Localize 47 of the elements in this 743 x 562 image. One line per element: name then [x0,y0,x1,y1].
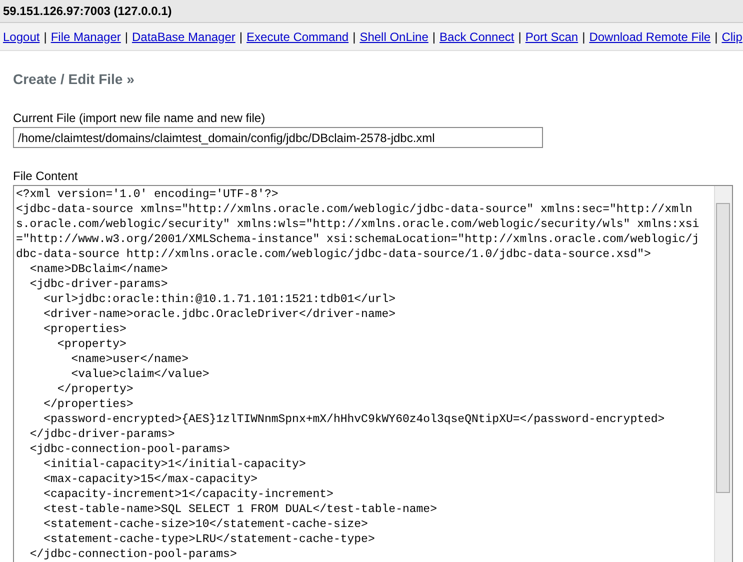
nav-separator: | [352,30,356,44]
code-line: <password-encrypted>{AES}1zlTIWNnmSpnx+mX/hHhvC9kWY60z4ol3qseQNtipXU=</password-encrypted> [42,412,666,427]
nav-separator: | [582,30,586,44]
window-title: 59.151.126.97:7003 (127.0.0.1) [3,4,172,18]
code-line: <max-capacity>15</max-capacity> [42,472,259,487]
field-label: Current File (import new file name and new file) [13,111,266,125]
nav-link[interactable]: Back Connect [440,30,514,44]
code-line: <jdbc-connection-pool-params> [28,442,231,457]
code-line: <statement-cache-size>10</statement-cache-size> [42,517,369,532]
code-line: <?xml version='1.0' encoding='UTF-8'?> [16,187,280,202]
nav-link[interactable]: Logout [3,30,40,44]
nav-separator: | [124,30,128,44]
code-line: <name>user</name> [70,352,190,367]
file-path-field[interactable]: /home/claimtest/domains/claimtest_domain/config/jdbc/DBclaim-2578-jdbc.xml [13,127,543,148]
code-line: <jdbc-driver-params> [28,277,169,292]
code-line: </property> [56,382,134,397]
nav-separator: | [44,30,47,44]
nav-separator: | [432,30,436,44]
nav-link[interactable]: Execute Command [246,30,349,44]
code-line: <jdbc-data-source xmlns="http://xmlns.oracle.com/weblogic/jdbc-data-source" xmlns:sec="http://xmlns.oracle.com/weblogic/security" xmlns:wls="http://xmlns.oracle.com/weblogic/security/wls" xmlns:xsi="http://www.w3.org/2001/XMLSchema-instance" xsi:schemaLocation="http://xmlns.oracle.com/weblogic/jdbc-data-source http://xmlns.oracle.com/weblogic/jdbc-data-source/1.0/jdbc-data-source.xsd"> [16,202,700,262]
nav-link[interactable]: Clip [722,30,742,44]
scrollbar-thumb[interactable] [716,203,730,493]
code-line: </properties> [42,397,134,412]
code-line: <test-table-name>SQL SELECT 1 FROM DUAL</test-table-name> [42,502,438,517]
nav-link[interactable]: File Manager [50,30,121,44]
nav-link[interactable]: DataBase Manager [132,30,236,44]
nav-separator: | [714,30,718,44]
code-line: <value>claim</value> [70,367,210,382]
code-line: <properties> [42,322,128,337]
code-line: </jdbc-driver-params> [28,427,176,442]
code-line: <initial-capacity>1</initial-capacity> [42,457,307,472]
code-line: <name>DBclaim</name> [28,262,169,277]
code-line: </jdbc-connection-pool-params> [28,547,238,562]
nav-separator: | [518,30,522,44]
nav-separator: | [239,30,243,44]
code-line: <property> [56,337,128,352]
nav-link[interactable]: Shell OnLine [360,30,428,44]
file-content-field[interactable] [13,185,733,562]
section-heading: Create / Edit File » [13,71,136,87]
nav-link[interactable]: Port Scan [525,30,578,44]
code-line: <driver-name>oracle.jdbc.OracleDriver</driver-name> [42,307,397,322]
nav-link[interactable]: Download Remote File [589,30,711,44]
code-line: <capacity-increment>1</capacity-increment> [42,487,334,502]
field-label: File Content [13,169,79,183]
code-line: <statement-cache-type>LRU</statement-cache-type> [42,532,376,547]
code-line: <url>jdbc:oracle:thin:@10.1.71.101:1521:tdb01</url> [42,292,397,307]
scrollbar[interactable] [714,186,732,562]
